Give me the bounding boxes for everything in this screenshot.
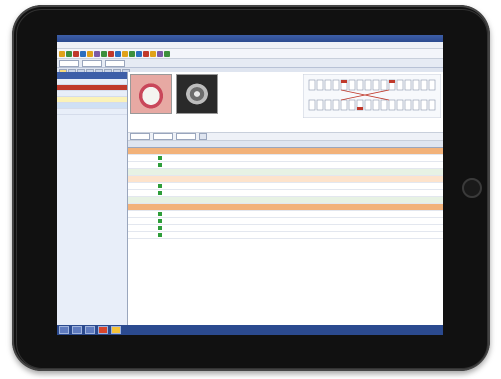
toolbar-icon[interactable] [136, 50, 142, 57]
from-date-field[interactable] [130, 133, 150, 140]
filter-button[interactable] [199, 133, 207, 140]
status-indicator [158, 219, 162, 223]
status-indicator [158, 156, 162, 160]
toolbar-icon[interactable] [94, 50, 100, 57]
toolbar [57, 49, 443, 59]
toolbar-icon[interactable] [108, 50, 114, 57]
table-row[interactable] [128, 197, 443, 204]
table-header [128, 141, 443, 148]
home-button-icon[interactable] [462, 178, 482, 198]
column-header[interactable] [128, 141, 140, 147]
table-row[interactable] [128, 148, 443, 155]
toolbar-icon[interactable] [129, 50, 135, 57]
menu-bar [57, 42, 443, 49]
toolbar-icon[interactable] [80, 50, 86, 57]
patient-name-field[interactable] [59, 59, 79, 67]
main-panel [128, 72, 443, 325]
status-indicator [158, 233, 162, 237]
toolbar-icon[interactable] [122, 50, 128, 57]
column-header[interactable] [268, 141, 290, 147]
notification-indicator[interactable] [111, 326, 121, 334]
table-row[interactable] [128, 232, 443, 239]
sidebar-header [57, 72, 127, 79]
column-header[interactable] [186, 141, 268, 147]
toolbar-icon[interactable] [164, 50, 170, 57]
patient-sidebar [57, 72, 128, 325]
status-indicator [158, 184, 162, 188]
status-indicator [158, 191, 162, 195]
toolbar-icon[interactable] [101, 50, 107, 57]
app-screen [57, 35, 443, 335]
taskbar-app[interactable] [72, 326, 82, 334]
table-row[interactable] [128, 218, 443, 225]
column-header[interactable] [160, 141, 174, 147]
table-row[interactable] [128, 176, 443, 183]
panoramic-xray[interactable] [176, 74, 218, 114]
status-indicator [158, 212, 162, 216]
column-header[interactable] [312, 141, 344, 147]
patient-date-field[interactable] [105, 59, 125, 67]
intraoral-photo[interactable] [130, 74, 172, 114]
table-row[interactable] [128, 204, 443, 211]
toolbar-icon[interactable] [157, 50, 163, 57]
table-row[interactable] [128, 190, 443, 197]
column-header[interactable] [290, 141, 312, 147]
toolbar-icon[interactable] [150, 50, 156, 57]
toolbar-icon[interactable] [73, 50, 79, 57]
table-row[interactable] [128, 169, 443, 176]
status-indicator [158, 226, 162, 230]
dental-chart[interactable] [303, 74, 441, 118]
treatment-table [128, 148, 443, 239]
table-row[interactable] [128, 225, 443, 232]
toolbar-icon[interactable] [59, 50, 65, 57]
alert-indicator[interactable] [98, 326, 108, 334]
to-date-field[interactable] [153, 133, 173, 140]
patient-id-field[interactable] [82, 59, 102, 67]
table-row[interactable] [128, 162, 443, 169]
table-row[interactable] [128, 155, 443, 162]
toolbar-icon[interactable] [87, 50, 93, 57]
toolbar-icon[interactable] [143, 50, 149, 57]
sidebar-item[interactable] [57, 109, 127, 115]
filter-bar [128, 133, 443, 141]
window-title [57, 35, 443, 42]
status-indicator [158, 163, 162, 167]
toolbar-icon[interactable] [66, 50, 72, 57]
column-header[interactable] [174, 141, 186, 147]
toolbar-icon[interactable] [115, 50, 121, 57]
patient-bar [57, 59, 443, 68]
taskbar [57, 325, 443, 335]
table-row[interactable] [128, 183, 443, 190]
table-row[interactable] [128, 211, 443, 218]
column-header[interactable] [140, 141, 160, 147]
mode-select[interactable] [176, 133, 196, 140]
start-button[interactable] [59, 326, 69, 334]
taskbar-app[interactable] [85, 326, 95, 334]
